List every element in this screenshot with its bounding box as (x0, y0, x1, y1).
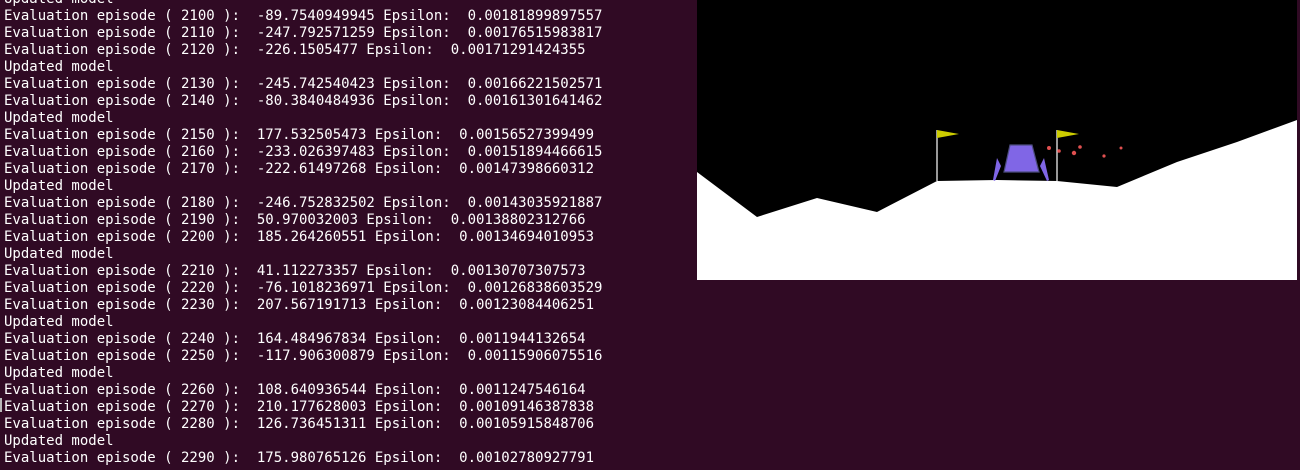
text-cursor (0, 398, 2, 412)
terminal-line: Updated model (4, 0, 694, 8)
exhaust-particle (1057, 149, 1061, 153)
exhaust-particle (1078, 145, 1082, 149)
terminal-line: Updated model (4, 314, 114, 330)
terminal-line: Evaluation episode ( 2140 ): -80.3840484… (4, 93, 603, 109)
terminal-line: Evaluation episode ( 2290 ): 175.9807651… (4, 450, 595, 466)
terminal-line: Updated model (4, 178, 114, 194)
terminal-line: Evaluation episode ( 2180 ): -246.752832… (4, 195, 603, 211)
terminal-line: Updated model (4, 110, 114, 126)
exhaust-particle (1102, 154, 1106, 158)
terminal-line: Evaluation episode ( 2150 ): 177.5325054… (4, 127, 595, 143)
terminal-line: Evaluation episode ( 2280 ): 126.7364513… (4, 416, 595, 432)
terminal-line: Evaluation episode ( 2230 ): 207.5671917… (4, 297, 595, 313)
terminal-line: Evaluation episode ( 2270 ): 210.1776280… (4, 399, 595, 415)
terminal-line: Evaluation episode ( 2130 ): -245.742540… (4, 76, 603, 92)
terminal-line: Updated model (4, 59, 114, 75)
terminal-line: Evaluation episode ( 2110 ): -247.792571… (4, 25, 603, 41)
terminal-line: Evaluation episode ( 2170 ): -222.614972… (4, 161, 595, 177)
exhaust-particle (1119, 146, 1123, 150)
terminal-line: Evaluation episode ( 2240 ): 164.4849678… (4, 331, 586, 347)
terminal-line: Evaluation episode ( 2160 ): -233.026397… (4, 144, 603, 160)
terminal-line: Evaluation episode ( 2210 ): 41.11227335… (4, 263, 586, 279)
terminal-line: Evaluation episode ( 2200 ): 185.2642605… (4, 229, 595, 245)
terminal-line: Evaluation episode ( 2260 ): 108.6409365… (4, 382, 586, 398)
terminal-line: Evaluation episode ( 2250 ): -117.906300… (4, 348, 603, 364)
terminal-line: Evaluation episode ( 2120 ): -226.150547… (4, 42, 586, 58)
terminal-line: Evaluation episode ( 2220 ): -76.1018236… (4, 280, 603, 296)
exhaust-particle (1071, 150, 1077, 156)
game-canvas (697, 0, 1297, 280)
terminal-line: Updated model (4, 365, 114, 381)
lunar-lander-window[interactable] (697, 0, 1297, 280)
terminal-line: Evaluation episode ( 2100 ): -89.7540949… (4, 8, 603, 24)
terminal-line: Evaluation episode ( 2190 ): 50.97003200… (4, 212, 586, 228)
terminal-line: Updated model (4, 433, 114, 449)
terminal-line: Updated model (4, 246, 114, 262)
exhaust-particle (1047, 146, 1051, 150)
terminal-output: Updated model Evaluation episode ( 2100 … (4, 0, 694, 467)
